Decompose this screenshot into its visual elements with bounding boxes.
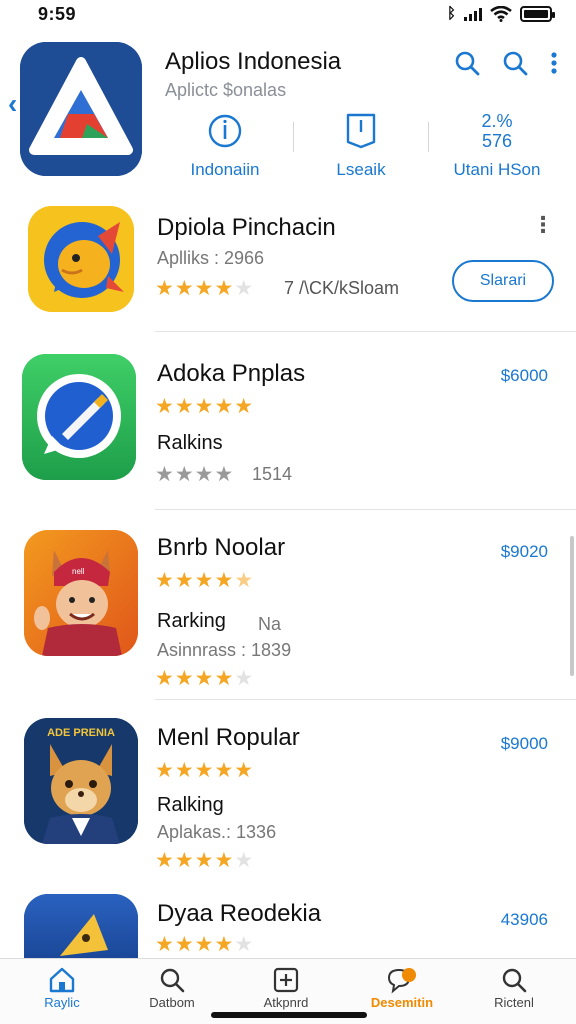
fox-hero-icon: ADE PRENIA	[24, 718, 138, 844]
plus-square-icon	[273, 967, 299, 993]
app-note: 7 /\CK/kSloam	[284, 278, 400, 298]
divider	[293, 122, 294, 152]
home-indicator	[211, 1012, 367, 1018]
rating-stars: ★★★★★	[155, 277, 255, 300]
tab-recent[interactable]: Rictenl	[464, 965, 564, 1010]
search-icon	[502, 968, 527, 993]
tab-label: Raylic	[44, 995, 80, 1010]
app-ranking: Ralking	[157, 794, 224, 816]
fox-character-icon: nell	[24, 530, 138, 656]
price-label[interactable]: 43906	[501, 910, 548, 930]
status-icons: ᛒ	[446, 5, 555, 22]
app-name[interactable]: Adoka Pnplas	[157, 360, 305, 388]
info-icon	[208, 114, 242, 148]
rating-stars: ★★★★★	[155, 395, 255, 418]
tab-label: Desemitin	[370, 995, 434, 1010]
rating-stars: ★★★★★	[155, 667, 255, 690]
divider	[428, 122, 429, 152]
fish-chat-icon	[28, 206, 134, 312]
hat-badge: nell	[72, 567, 85, 576]
rating-stars: ★★★★★	[155, 569, 255, 592]
tab-label: Atkpnrd	[263, 995, 309, 1010]
app-name[interactable]: Menl Ropular	[157, 724, 300, 752]
chevron-left-icon[interactable]: ‹	[8, 88, 17, 120]
app-ranking-note: Na	[258, 614, 282, 634]
bookmark-icon	[346, 113, 376, 149]
icon-caption: ADE PRENIA	[47, 727, 115, 739]
app-logo-icon	[20, 42, 142, 176]
tab-home[interactable]: Raylic	[12, 965, 112, 1010]
list-item[interactable]: Dyaa Reodekia ★★★★★ 43906	[0, 892, 576, 958]
search-icon[interactable]	[502, 50, 528, 76]
rating-stars: ★★★★	[155, 463, 235, 486]
wifi-icon	[490, 5, 512, 22]
list-item[interactable]: Adoka Pnplas ★★★★★ Ralkins ★★★★ 1514 $60…	[0, 352, 576, 510]
rating-stars: ★★★★★	[155, 759, 255, 782]
tab-label: Rictenl	[494, 995, 534, 1010]
scrollbar[interactable]	[570, 536, 574, 676]
bluetooth-icon: ᛒ	[446, 5, 456, 22]
app-downloads: 1514	[252, 464, 293, 484]
search-icon[interactable]	[454, 50, 480, 76]
tab-label: Datbom	[149, 995, 195, 1010]
app-downloads: Asinnrass : 1839	[157, 640, 292, 660]
shark-fin-icon	[24, 894, 138, 958]
divider	[155, 699, 576, 700]
hero-tab-label: Lseaik	[336, 160, 386, 179]
hero-tab-label: Indonaiin	[190, 160, 260, 179]
signal-icon	[464, 7, 482, 21]
chat-bubble-icon	[387, 968, 416, 994]
status-bar: 9:59 ᛒ	[0, 0, 576, 30]
app-name[interactable]: Bnrb Noolar	[157, 534, 285, 562]
page-title: Aplios Indonesia	[165, 48, 342, 75]
messenger-pen-icon	[22, 354, 136, 480]
stat-value-bottom: 576	[481, 131, 513, 151]
get-button[interactable]: Slarari	[452, 260, 554, 302]
more-vertical-icon[interactable]	[550, 51, 558, 75]
hero-tab-label: Utani HSon	[453, 160, 541, 179]
hero-tab-stats[interactable]: 2.% 576 Utani HSon	[432, 110, 562, 180]
price-label[interactable]: $9020	[501, 542, 548, 562]
price-label[interactable]: $9000	[501, 734, 548, 754]
app-downloads: Aplliks : 2966	[157, 248, 265, 268]
price-label[interactable]: $6000	[501, 366, 548, 386]
hero-tabs: Indonaiin Lseaik 2.% 576 Utani HSon	[160, 110, 570, 180]
rating-stars: ★★★★★	[155, 849, 255, 872]
tab-search[interactable]: Datbom	[122, 965, 222, 1010]
hero-tab-info[interactable]: Indonaiin	[160, 110, 290, 180]
status-time: 9:59	[38, 4, 77, 24]
divider	[155, 509, 576, 510]
app-ranking: Ralkins	[157, 432, 223, 454]
tab-bar: Raylic Datbom Atkpnrd Desemitin Rictenl	[0, 958, 576, 1024]
divider	[155, 331, 576, 332]
home-icon	[49, 967, 75, 993]
header-actions	[454, 50, 558, 76]
search-icon	[160, 968, 185, 993]
more-vertical-icon[interactable]: ⋮	[532, 212, 554, 238]
app-ranking: Rarking	[157, 610, 226, 632]
app-name[interactable]: Dpiola Pinchacin	[157, 214, 336, 242]
hero-tab-bookmark[interactable]: Lseaik	[296, 110, 426, 180]
list-item[interactable]: nell Bnrb Noolar ★★★★★ Rarking Na Asinnr…	[0, 528, 576, 700]
rating-stars: ★★★★★	[155, 933, 255, 956]
app-downloads: Aplakas.: 1336	[157, 822, 277, 842]
tab-add[interactable]: Atkpnrd	[236, 965, 336, 1010]
battery-icon	[520, 5, 555, 22]
list-item[interactable]: Dpiola Pinchacin Aplliks : 2966 ★★★★★ 7 …	[0, 204, 576, 332]
list-item[interactable]: ADE PRENIA Menl Ropular ★★★★★ Ralking Ap…	[0, 716, 576, 890]
tab-messages[interactable]: Desemitin	[352, 965, 452, 1010]
page-subtitle: Aplictc $onalas	[165, 80, 287, 100]
app-name[interactable]: Dyaa Reodekia	[157, 900, 321, 928]
app-header: ‹ Aplios Indonesia Aplictc $onalas Indon…	[0, 40, 576, 190]
stat-value-top: 2.%	[481, 111, 513, 131]
